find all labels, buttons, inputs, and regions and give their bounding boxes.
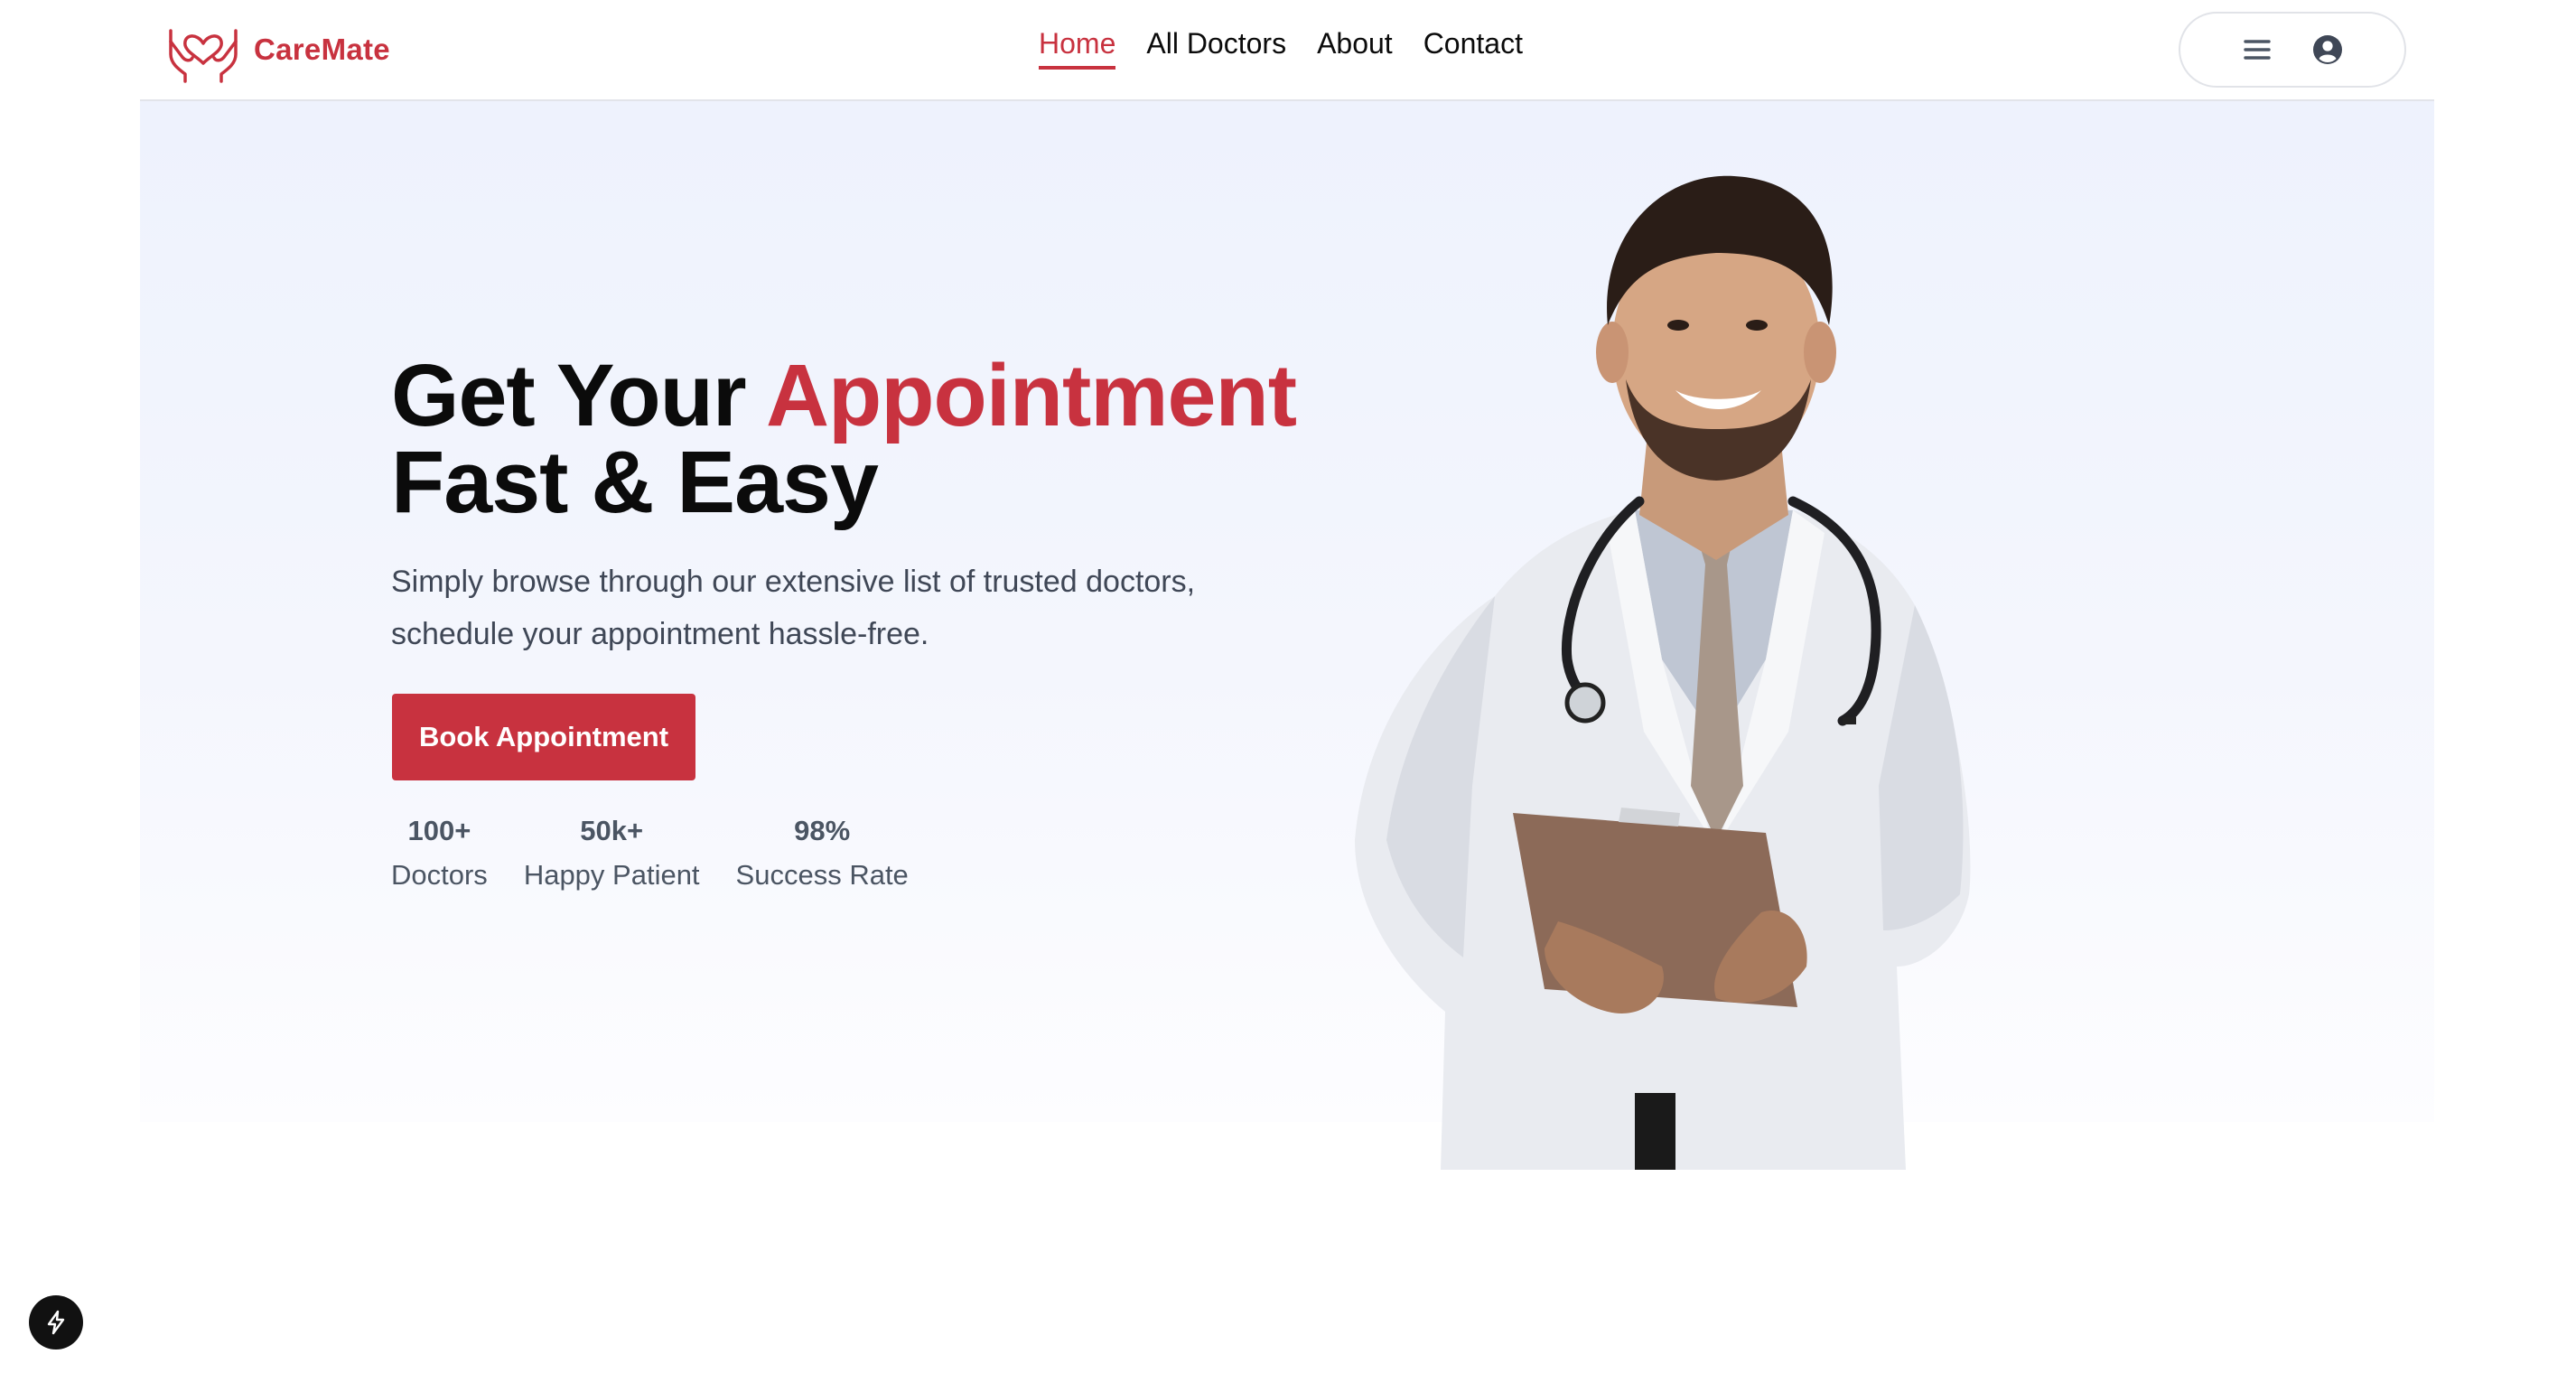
hero-title-accent: Appointment (766, 346, 1297, 444)
hero-stats: 100+ Doctors 50k+ Happy Patient 98% Succ… (391, 811, 909, 900)
stat-value: 100+ (407, 815, 471, 846)
stat-label: Happy Patient (523, 859, 700, 891)
stat-happy-patient: 50k+ Happy Patient (524, 811, 700, 900)
hero-doctor-image (1337, 154, 2005, 1170)
nav-link-contact[interactable]: Contact (1423, 27, 1523, 70)
stat-label: Doctors (391, 859, 488, 891)
stat-success-rate: 98% Success Rate (736, 811, 909, 900)
brand-name: CareMate (254, 33, 390, 66)
nav-link-home[interactable]: Home (1039, 27, 1116, 70)
menu-button[interactable] (2241, 33, 2273, 66)
floating-action-button[interactable] (29, 1295, 83, 1350)
hero-title-part1: Get Your (391, 346, 766, 444)
user-account-button[interactable] (2311, 33, 2344, 66)
main-nav: Home All Doctors About Contact (1039, 27, 1523, 70)
hero-title: Get Your Appointment Fast & Easy (391, 351, 1297, 526)
book-appointment-button[interactable]: Book Appointment (392, 694, 695, 780)
nav-actions (2179, 12, 2406, 88)
hamburger-menu-icon (2244, 40, 2271, 60)
brand-logo-link[interactable]: CareMate (165, 16, 390, 83)
hero-title-line2: Fast & Easy (391, 433, 879, 531)
hands-heart-icon (169, 29, 238, 83)
doctor-illustration (1355, 175, 1971, 1170)
hero-subtitle: Simply browse through our extensive list… (391, 565, 1196, 651)
stat-label: Success Rate (735, 859, 909, 891)
stat-doctors: 100+ Doctors (391, 811, 488, 900)
navbar: CareMate Home All Doctors About Contact (140, 0, 2434, 101)
user-avatar-icon (2313, 35, 2342, 64)
stat-value: 50k+ (580, 815, 644, 846)
nav-link-about[interactable]: About (1317, 27, 1393, 70)
lightning-icon (47, 1310, 65, 1335)
hero-section: Get Your Appointment Fast & Easy Simply b… (140, 101, 2434, 1122)
nav-link-all-doctors[interactable]: All Doctors (1146, 27, 1286, 70)
stat-value: 98% (794, 815, 851, 846)
